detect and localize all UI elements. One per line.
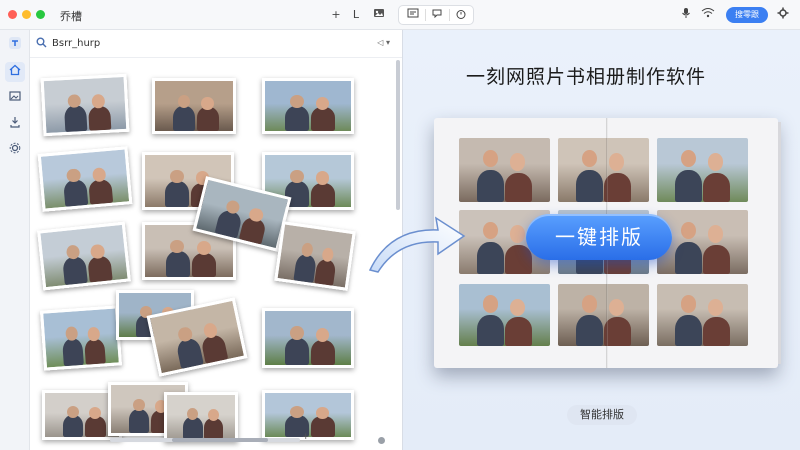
book-page-photo [657,284,748,346]
gear-icon[interactable] [776,7,790,23]
smart-layout-button[interactable]: 智能排版 [567,405,637,425]
gallery-photo-thumbnail[interactable] [164,392,238,442]
primary-action-button[interactable]: 搜零跟 [726,7,768,23]
book-page-photo [657,138,748,202]
chat-icon[interactable] [427,8,447,22]
gallery-horizontal-scrollbar[interactable] [172,438,268,442]
gallery-photo-thumbnail[interactable] [262,308,354,368]
book-page-photo [459,138,550,202]
book-page-edge [778,122,781,364]
app-window: 乔槽 + L 搜零跟 Bsrr_hurp ◁ ▾ + 一刻网照片书相册制作软件 … [0,0,800,450]
bracket-icon[interactable]: L [350,7,362,23]
home-icon[interactable] [5,62,25,82]
wifi-icon[interactable] [700,7,716,23]
status-dot-icon [378,437,385,444]
close-window-button[interactable] [8,10,17,19]
gallery-photo-thumbnail[interactable] [37,221,131,291]
app-title: 乔槽 [60,10,82,23]
gallery-photo-thumbnail[interactable] [40,305,122,371]
gallery-vertical-scrollbar[interactable] [396,60,400,210]
photo-icon[interactable] [5,88,25,108]
view-toggle-group [398,5,474,25]
search-bar[interactable]: Bsrr_hurp ◁ ▾ [30,30,402,58]
search-icon [36,37,47,51]
title-bar: 乔槽 + L 搜零跟 [0,0,800,30]
add-photo-icon[interactable]: + [302,432,310,442]
settings-icon[interactable] [5,140,25,160]
gallery-photo-thumbnail[interactable] [37,146,133,212]
gallery-photo-thumbnail[interactable] [262,78,354,134]
app-logo-icon[interactable] [5,36,25,56]
gallery-photo-thumbnail[interactable] [274,221,356,291]
plus-icon[interactable]: + [330,7,342,23]
maximize-window-button[interactable] [36,10,45,19]
book-page-photo [558,284,649,346]
page-title: 一刻网照片书相册制作软件 [466,66,707,88]
arrow-icon [368,216,466,273]
image-icon[interactable] [372,7,386,23]
minimize-window-button[interactable] [22,10,31,19]
timer-icon[interactable] [451,8,471,22]
one-click-layout-button[interactable]: 一键排版 [526,214,672,260]
book-page-photo [459,284,550,346]
gallery-photo-thumbnail[interactable] [40,73,130,137]
mic-icon[interactable] [680,7,692,23]
import-icon[interactable] [5,114,25,134]
search-options-dropdown[interactable]: ◁ ▾ [377,38,390,47]
layout-icon[interactable] [403,8,423,22]
gallery-photo-thumbnail[interactable] [152,78,236,134]
side-rail [0,30,30,450]
search-input[interactable]: Bsrr_hurp [52,38,100,49]
book-page-photo [558,138,649,202]
